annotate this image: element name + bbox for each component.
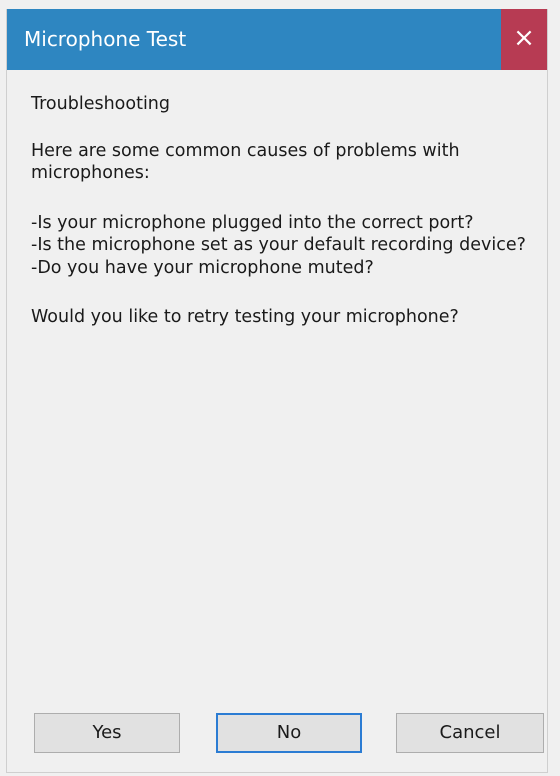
cancel-button[interactable]: Cancel xyxy=(396,713,544,753)
microphone-test-dialog: Microphone Test × Troubleshooting Here a… xyxy=(6,9,548,773)
window-title: Microphone Test xyxy=(24,27,187,51)
question-text: Would you like to retry testing your mic… xyxy=(31,307,459,327)
close-button[interactable]: × xyxy=(501,9,547,70)
yes-button[interactable]: Yes xyxy=(34,713,180,753)
title-bar[interactable]: Microphone Test × xyxy=(7,9,547,70)
heading: Troubleshooting xyxy=(31,94,171,114)
no-button[interactable]: No xyxy=(216,713,362,753)
intro-text: Here are some common causes of problems … xyxy=(31,140,460,184)
cause-item: -Do you have your microphone muted? xyxy=(31,257,374,278)
cause-item: -Is the microphone set as your default r… xyxy=(31,235,526,255)
close-icon: × xyxy=(513,23,535,53)
cause-item: -Is your microphone plugged into the cor… xyxy=(31,212,474,233)
button-row: Yes No Cancel xyxy=(7,713,547,755)
dialog-content: Troubleshooting Here are some common cau… xyxy=(31,93,531,329)
